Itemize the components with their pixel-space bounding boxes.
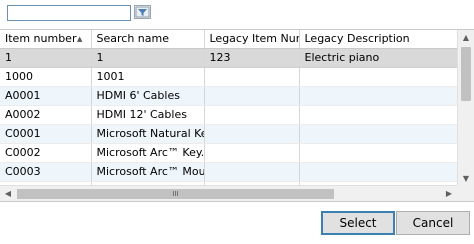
table-row[interactable]: 1000 1001	[0, 67, 458, 87]
select-button[interactable]: Select	[321, 211, 395, 235]
cell-search-name: Microsoft Natural Ke	[91, 124, 205, 144]
cell-item-number: 1	[0, 48, 92, 68]
cell-legacy-item-num	[204, 162, 300, 182]
results-table: Item number ▲ Search name Legacy Item Nu…	[0, 30, 458, 201]
scrollbar-corner	[457, 185, 474, 201]
cell-legacy-description	[299, 124, 458, 144]
table-row[interactable]: 1 1 123 Electric piano	[0, 48, 458, 68]
cell-legacy-item-num	[204, 124, 300, 144]
table-row[interactable]: C0001 Microsoft Natural Ke	[0, 124, 458, 144]
cell-item-number: C0003	[0, 162, 92, 182]
column-header-legacy-item-num[interactable]: Legacy Item Num	[204, 30, 300, 49]
column-header-legacy-description[interactable]: Legacy Description	[299, 30, 458, 49]
cell-search-name: Microsoft Arc™ Mou...	[91, 162, 205, 182]
table-row[interactable]: A0001 HDMI 6' Cables	[0, 86, 458, 106]
table-row[interactable]: C0002 Microsoft Arc™ Key...	[0, 143, 458, 163]
cell-legacy-description: Electric piano	[299, 48, 458, 68]
cell-legacy-description	[299, 67, 458, 87]
cell-search-name: 1	[91, 48, 205, 68]
vertical-scrollbar[interactable]: ▲ ▼	[457, 30, 474, 201]
cell-item-number: C0001	[0, 124, 92, 144]
cell-search-name: Microsoft Arc™ Key...	[91, 143, 205, 163]
filter-icon	[135, 6, 150, 18]
cell-legacy-description	[299, 105, 458, 125]
cell-legacy-item-num	[204, 67, 300, 87]
cell-legacy-item-num	[204, 86, 300, 106]
column-header-label: Item number	[5, 32, 77, 46]
cell-legacy-description	[299, 143, 458, 163]
horizontal-scrollbar[interactable]: ◀ III ▶	[0, 185, 457, 201]
table-row[interactable]: C0003Microsoft Arc™ Mou...	[0, 162, 458, 182]
cell-search-name: HDMI 6' Cables	[91, 86, 205, 106]
cell-legacy-item-num	[204, 105, 300, 125]
cell-item-number: A0002	[0, 105, 92, 125]
cell-item-number: 1000	[0, 67, 92, 87]
filter-button[interactable]	[134, 5, 151, 19]
table-row[interactable]: A0002 HDMI 12' Cables	[0, 105, 458, 125]
data-grid: Item number ▲ Search name Legacy Item Nu…	[0, 29, 474, 202]
cell-legacy-description	[299, 162, 458, 182]
grip-icon: III	[172, 190, 179, 198]
cell-search-name: 1001	[91, 67, 205, 87]
cell-search-name: HDMI 12' Cables	[91, 105, 205, 125]
column-header-item-number[interactable]: Item number ▲	[0, 30, 92, 49]
sort-ascending-icon: ▲	[77, 35, 83, 43]
search-input[interactable]	[7, 5, 131, 21]
cancel-button[interactable]: Cancel	[396, 211, 470, 235]
cell-legacy-item-num	[204, 143, 300, 163]
horizontal-scroll-thumb[interactable]: III	[17, 189, 334, 199]
cell-legacy-item-num: 123	[204, 48, 300, 68]
vertical-scroll-thumb[interactable]	[461, 47, 471, 101]
cell-item-number: C0002	[0, 143, 92, 163]
column-header-search-name[interactable]: Search name	[91, 30, 205, 49]
header-row: Item number ▲ Search name Legacy Item Nu…	[0, 30, 458, 49]
scroll-right-icon[interactable]: ▶	[441, 186, 457, 201]
cell-item-number: A0001	[0, 86, 92, 106]
scroll-left-icon[interactable]: ◀	[0, 186, 16, 201]
cell-legacy-description	[299, 86, 458, 106]
scroll-up-icon[interactable]: ▲	[458, 30, 474, 46]
